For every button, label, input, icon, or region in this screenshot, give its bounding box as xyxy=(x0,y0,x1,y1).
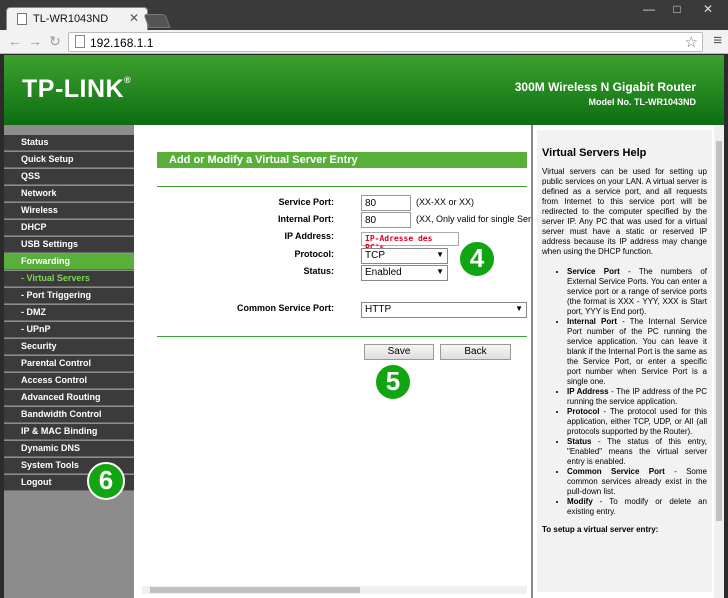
page-title: Add or Modify a Virtual Server Entry xyxy=(157,152,527,168)
sidebar-item-qss[interactable]: QSS xyxy=(4,169,134,185)
vertical-scrollbar[interactable] xyxy=(714,125,724,598)
main-content: Add or Modify a Virtual Server Entry Ser… xyxy=(134,125,531,598)
list-item: Common Service Port - Some common servic… xyxy=(567,467,707,497)
help-title: Virtual Servers Help xyxy=(542,147,647,159)
common-service-port-label: Common Service Port: xyxy=(236,303,334,313)
browser-toolbar: ← → ↻ 192.168.1.1 ☆ ≡ xyxy=(0,30,728,54)
help-intro: Virtual servers can be used for setting … xyxy=(542,167,707,256)
scrollbar-thumb[interactable] xyxy=(716,141,722,521)
sidebar-item-usb-settings[interactable]: USB Settings xyxy=(4,237,134,253)
sidebar: Status Quick Setup QSS Network Wireless … xyxy=(4,125,134,598)
sidebar-item-security[interactable]: Security xyxy=(4,339,134,355)
sidebar-item-access-control[interactable]: Access Control xyxy=(4,373,134,389)
list-item: Protocol - The protocol used for this ap… xyxy=(567,407,707,437)
list-item: Status - The status of this entry, "Enab… xyxy=(567,437,707,467)
service-port-input[interactable] xyxy=(361,195,411,211)
address-bar[interactable]: 192.168.1.1 ☆ xyxy=(68,32,703,52)
sidebar-item-forwarding[interactable]: Forwarding xyxy=(4,254,134,270)
internal-port-input[interactable] xyxy=(361,212,411,228)
step-badge-4: 4 xyxy=(458,240,496,278)
ip-address-input[interactable]: IP-Adresse des PC's xyxy=(361,232,459,252)
sidebar-item-network[interactable]: Network xyxy=(4,186,134,202)
help-setup-heading: To setup a virtual server entry: xyxy=(542,525,659,534)
dropdown-arrow-icon: ▼ xyxy=(515,304,523,313)
sidebar-item-advanced-routing[interactable]: Advanced Routing xyxy=(4,390,134,406)
list-item: Service Port - The numbers of External S… xyxy=(567,267,707,317)
bookmark-star-icon[interactable]: ☆ xyxy=(685,33,698,51)
back-arrow-icon[interactable]: ← xyxy=(6,33,24,49)
internal-port-label: Internal Port: xyxy=(277,214,334,224)
protocol-label: Protocol: xyxy=(294,249,335,259)
status-label: Status: xyxy=(303,266,334,276)
help-panel: Virtual Servers Help Virtual servers can… xyxy=(531,125,724,598)
service-port-hint: (XX-XX or XX) xyxy=(416,197,475,207)
sidebar-item-bandwidth-control[interactable]: Bandwidth Control xyxy=(4,407,134,423)
sidebar-item-status[interactable]: Status xyxy=(4,135,134,151)
sidebar-item-ip-mac-binding[interactable]: IP & MAC Binding xyxy=(4,424,134,440)
browser-tab[interactable]: TL-WR1043ND ✕ xyxy=(6,7,148,30)
list-item: Internal Port - The Internal Service Por… xyxy=(567,317,707,387)
minimize-button[interactable]: — xyxy=(638,2,660,16)
page-icon xyxy=(75,35,85,48)
sidebar-item-parental-control[interactable]: Parental Control xyxy=(4,356,134,372)
service-port-label: Service Port: xyxy=(278,197,334,207)
maximize-button[interactable]: □ xyxy=(666,2,688,16)
save-button[interactable]: Save xyxy=(364,344,434,360)
internal-port-hint: (XX, Only valid for single Serv xyxy=(416,214,531,224)
new-tab-button[interactable] xyxy=(143,14,171,28)
protocol-value: TCP xyxy=(365,250,385,261)
sidebar-item-wireless[interactable]: Wireless xyxy=(4,203,134,219)
sidebar-item-dhcp[interactable]: DHCP xyxy=(4,220,134,236)
sidebar-item-upnp[interactable]: - UPnP xyxy=(4,322,134,338)
horizontal-scrollbar[interactable] xyxy=(142,586,527,594)
divider xyxy=(157,336,527,337)
browser-titlebar: TL-WR1043ND ✕ — □ ✕ xyxy=(0,0,728,30)
close-window-button[interactable]: ✕ xyxy=(697,2,719,16)
ip-address-label: IP Address: xyxy=(284,231,334,241)
sidebar-item-dynamic-dns[interactable]: Dynamic DNS xyxy=(4,441,134,457)
menu-icon[interactable]: ≡ xyxy=(713,32,722,49)
back-button[interactable]: Back xyxy=(440,344,511,360)
common-service-value: HTTP xyxy=(365,304,392,315)
scrollbar-thumb[interactable] xyxy=(150,587,360,593)
sidebar-item-dmz[interactable]: - DMZ xyxy=(4,305,134,321)
protocol-select[interactable]: TCP ▼ xyxy=(361,248,448,264)
model-number: Model No. TL-WR1043ND xyxy=(588,97,696,107)
model-title: 300M Wireless N Gigabit Router xyxy=(514,80,696,94)
dropdown-arrow-icon: ▼ xyxy=(436,250,444,259)
step-badge-6: 6 xyxy=(87,462,125,500)
tplink-logo: TP-LINK® xyxy=(22,75,132,103)
header-banner: TP-LINK® 300M Wireless N Gigabit Router … xyxy=(4,55,724,125)
reload-icon[interactable]: ↻ xyxy=(46,33,64,50)
status-select[interactable]: Enabled ▼ xyxy=(361,265,448,281)
list-item: IP Address - The IP address of the PC ru… xyxy=(567,387,707,407)
status-value: Enabled xyxy=(365,267,402,278)
tab-close-icon[interactable]: ✕ xyxy=(129,11,139,25)
forward-arrow-icon[interactable]: → xyxy=(26,33,44,49)
sidebar-item-port-triggering[interactable]: - Port Triggering xyxy=(4,288,134,304)
help-content: Virtual Servers Help Virtual servers can… xyxy=(537,130,712,592)
page-icon xyxy=(17,13,27,25)
dropdown-arrow-icon: ▼ xyxy=(436,267,444,276)
sidebar-item-quick-setup[interactable]: Quick Setup xyxy=(4,152,134,168)
router-page: TP-LINK® 300M Wireless N Gigabit Router … xyxy=(4,55,724,598)
help-list: Service Port - The numbers of External S… xyxy=(542,267,707,517)
sidebar-item-virtual-servers[interactable]: - Virtual Servers xyxy=(4,271,134,287)
step-badge-5: 5 xyxy=(374,363,412,401)
common-service-port-select[interactable]: HTTP ▼ xyxy=(361,302,527,318)
url-text: 192.168.1.1 xyxy=(90,36,154,50)
list-item: Modify - To modify or delete an existing… xyxy=(567,497,707,517)
divider xyxy=(157,186,527,187)
tab-title: TL-WR1043ND xyxy=(33,13,109,25)
